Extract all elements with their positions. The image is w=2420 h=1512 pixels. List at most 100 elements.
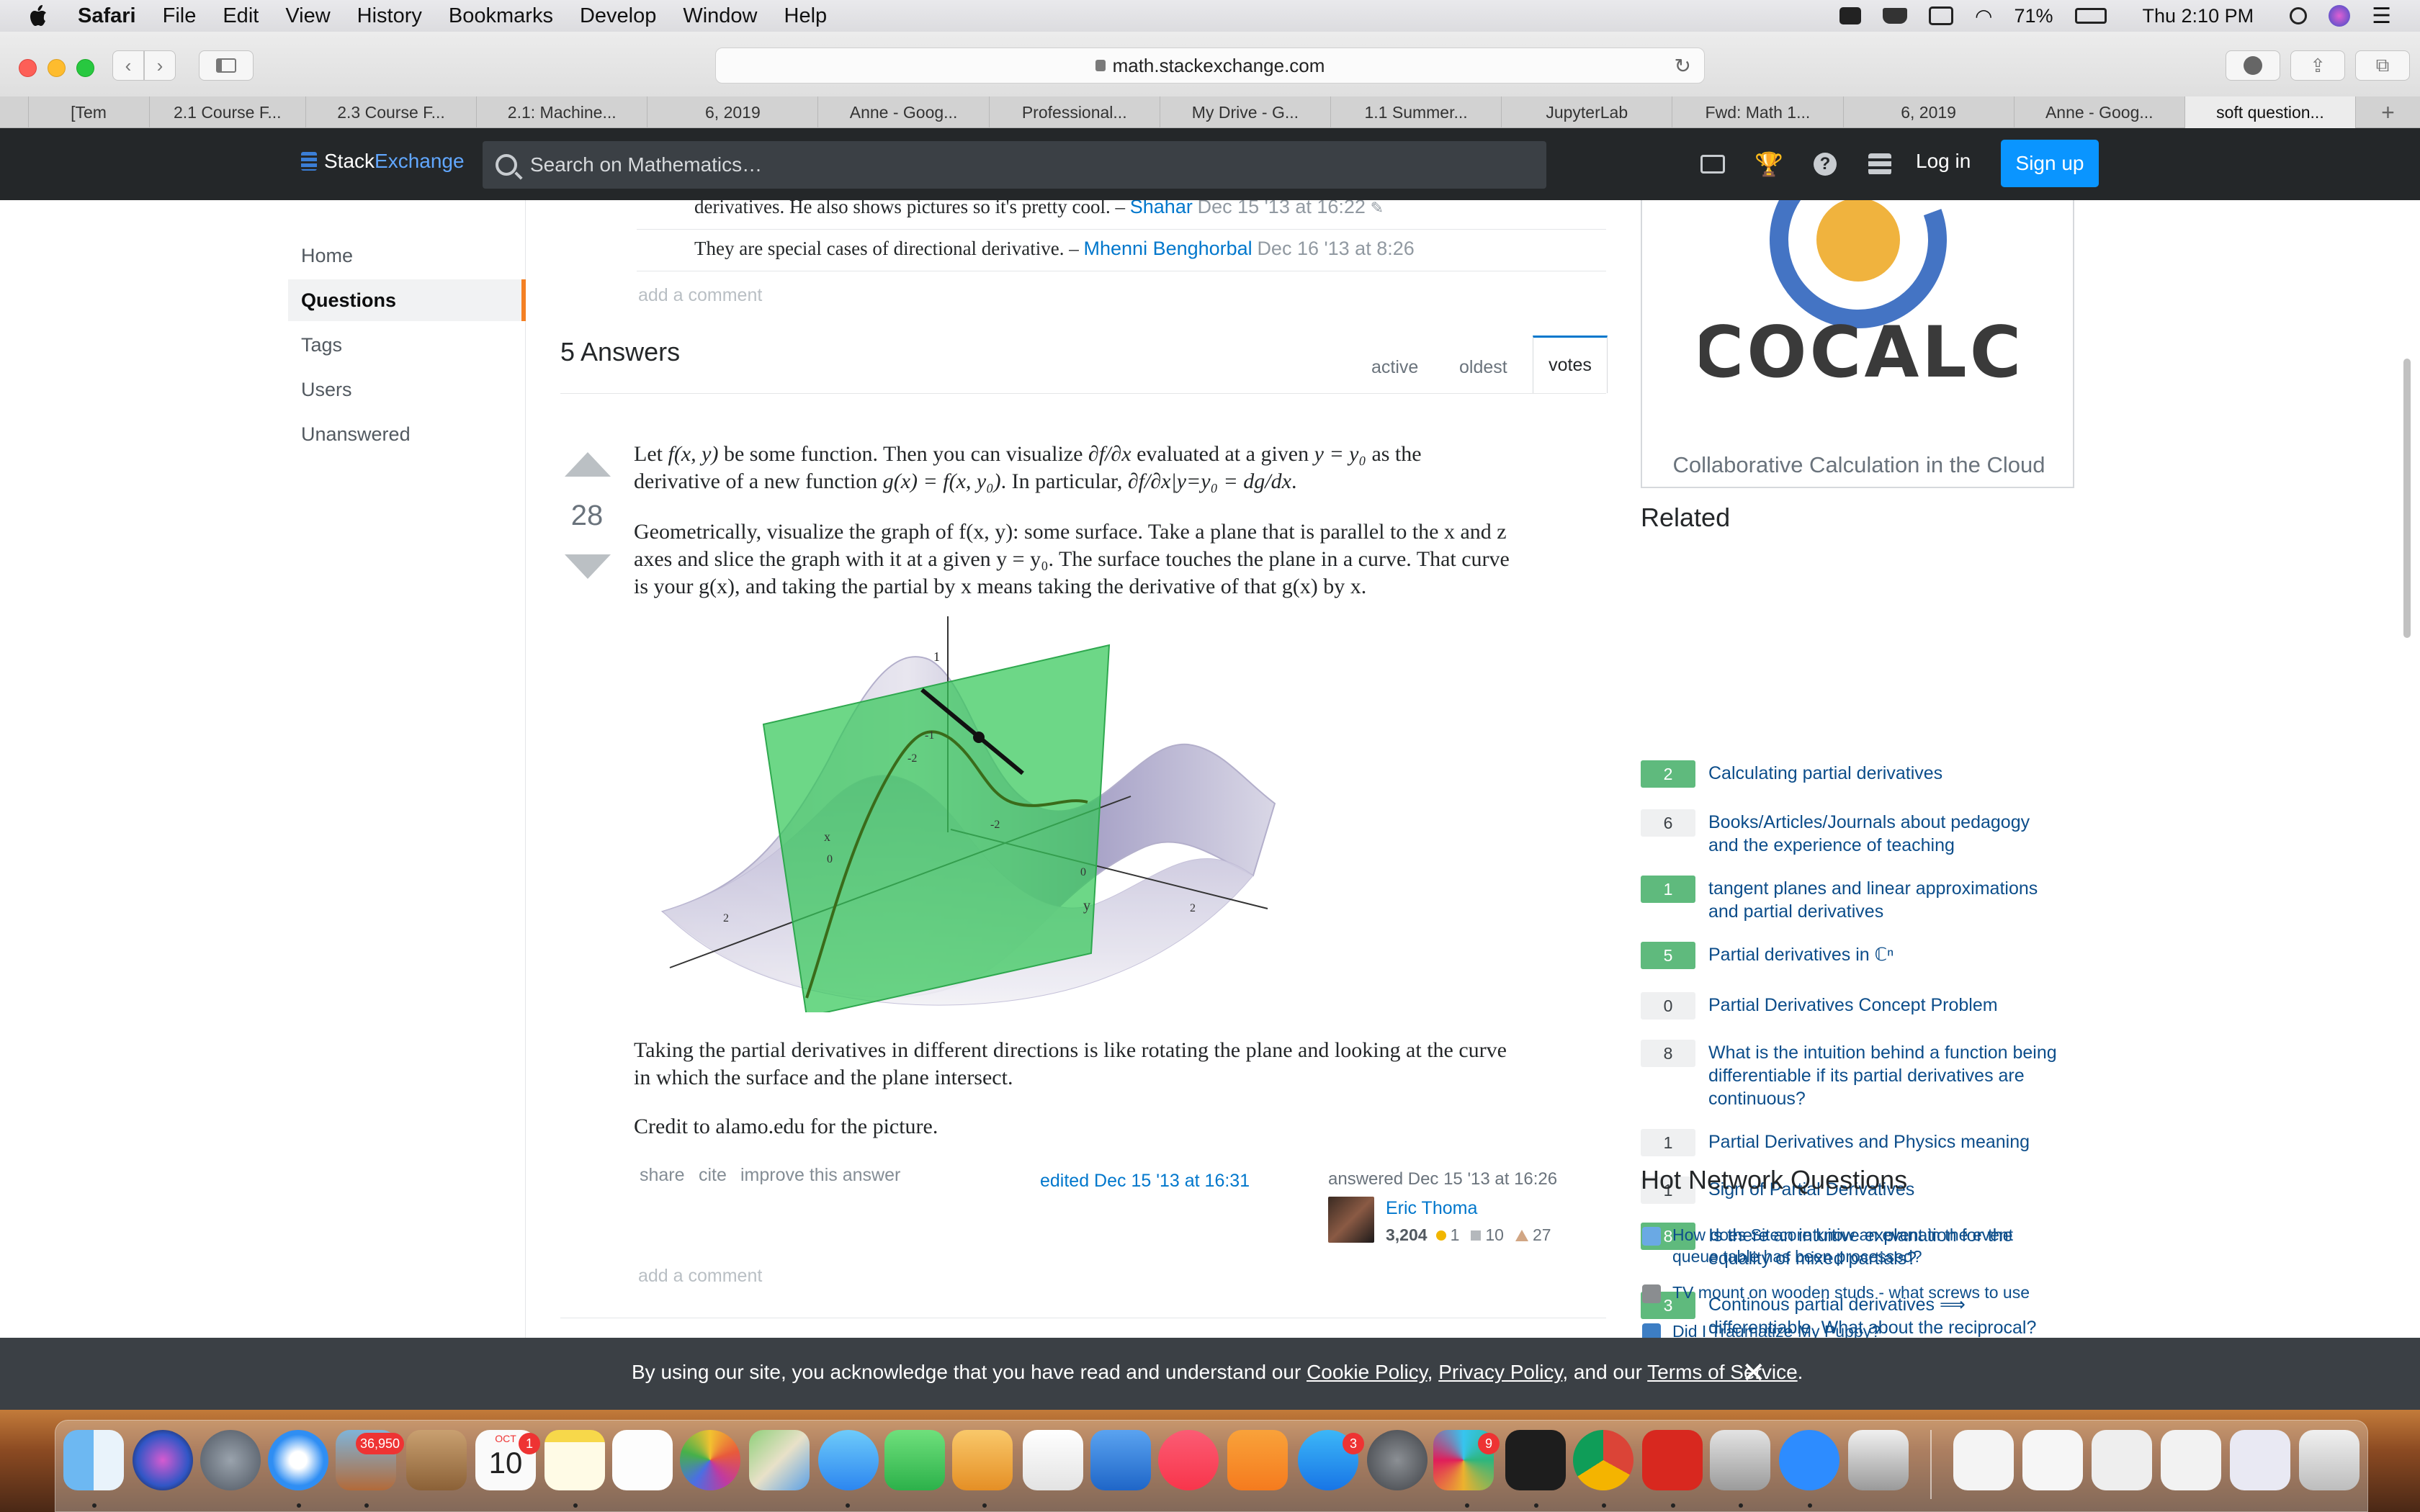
new-tab-button[interactable]: + — [2356, 96, 2420, 128]
launchpad-icon[interactable] — [200, 1430, 261, 1490]
hot-question-link[interactable]: How does Sitecore know an event in the e… — [1672, 1224, 2013, 1267]
chrome-icon[interactable] — [1573, 1430, 1634, 1490]
downloads-button[interactable] — [2226, 50, 2280, 81]
related-question-link[interactable]: Partial Derivatives Concept Problem — [1708, 992, 1998, 1020]
clock[interactable]: Thu 2:10 PM — [2143, 5, 2254, 27]
menu-safari[interactable]: Safari — [78, 4, 136, 28]
browser-tab[interactable] — [0, 96, 29, 128]
edited-link[interactable]: edited Dec 15 '13 at 16:31 — [1040, 1171, 1250, 1192]
related-question-item[interactable]: 6 Books/Articles/Journals about pedagogy a… — [1641, 809, 2080, 857]
downvote-button[interactable] — [565, 554, 611, 579]
finder-icon[interactable] — [63, 1430, 124, 1490]
system-preferences-icon[interactable] — [1367, 1430, 1428, 1490]
back-button[interactable]: ‹ — [112, 50, 144, 81]
facetime-icon[interactable] — [884, 1430, 945, 1490]
printer-icon[interactable] — [1848, 1430, 1909, 1490]
document-stack-icon[interactable] — [2092, 1430, 2152, 1490]
tab-overview-button[interactable]: ⧉ — [2355, 50, 2410, 81]
comment-date[interactable]: Dec 16 '13 at 8:26 — [1257, 238, 1414, 259]
bbedit-icon[interactable] — [1710, 1430, 1770, 1490]
browser-tab[interactable]: Professional... — [990, 96, 1160, 128]
forward-button[interactable]: › — [144, 50, 176, 81]
menu-window[interactable]: Window — [683, 4, 757, 28]
browser-tab[interactable]: JupyterLab — [1502, 96, 1673, 128]
related-question-item[interactable]: 2 Calculating partial derivatives — [1641, 760, 2080, 788]
nav-questions[interactable]: Questions — [288, 279, 526, 321]
browser-tab-active[interactable]: soft question... — [2184, 96, 2357, 128]
comment-user-link[interactable]: Shahar — [1130, 200, 1193, 217]
menu-edit[interactable]: Edit — [223, 4, 259, 28]
stackexchange-logo[interactable]: Stack Exchange — [301, 150, 465, 173]
maps-icon[interactable] — [749, 1430, 810, 1490]
inbox-icon[interactable] — [1700, 151, 1726, 177]
cite-link[interactable]: cite — [699, 1165, 727, 1186]
menu-bookmarks[interactable]: Bookmarks — [449, 4, 553, 28]
nav-users[interactable]: Users — [301, 379, 352, 401]
pages-icon[interactable] — [952, 1430, 1013, 1490]
related-question-link[interactable]: What is the intuition behind a function … — [1708, 1040, 2057, 1110]
browser-tab[interactable]: Anne - Goog... — [818, 96, 990, 128]
related-question-link[interactable]: Calculating partial derivatives — [1708, 760, 1942, 788]
site-search-input[interactable]: Search on Mathematics… — [483, 141, 1546, 189]
zoom-window-button[interactable] — [76, 59, 94, 77]
browser-tab[interactable]: 2.1: Machine... — [477, 96, 648, 128]
document-stack-icon[interactable] — [2022, 1430, 2083, 1490]
trash-icon[interactable] — [2299, 1430, 2360, 1490]
document-stack-icon[interactable] — [1953, 1430, 2014, 1490]
share-link[interactable]: share — [640, 1165, 685, 1186]
related-question-item[interactable]: 8 What is the intuition behind a function… — [1641, 1040, 2080, 1110]
related-question-link[interactable]: tangent planes and linear approximations… — [1708, 876, 2038, 923]
hot-question-item[interactable]: Did I Traumatize My Puppy? — [1641, 1320, 2073, 1338]
help-icon[interactable]: ? — [1812, 151, 1838, 177]
add-comment-link[interactable]: add a comment — [638, 285, 762, 306]
battery-icon[interactable] — [2074, 8, 2107, 24]
scrollbar-thumb[interactable] — [2403, 359, 2411, 638]
signup-button[interactable]: Sign up — [2001, 140, 2099, 187]
comment-user-link[interactable]: Mhenni Benghorbal — [1084, 238, 1252, 259]
notification-center-icon[interactable]: ☰ — [2372, 4, 2391, 29]
sort-tab-oldest[interactable]: oldest — [1459, 357, 1507, 378]
camera-status-icon[interactable] — [1839, 7, 1862, 24]
share-button[interactable]: ⇪ — [2290, 50, 2345, 81]
privacy-policy-link[interactable]: Privacy Policy — [1438, 1361, 1562, 1383]
browser-tab[interactable]: My Drive - G... — [1160, 96, 1331, 128]
browser-tab[interactable]: 6, 2019 — [1844, 96, 2015, 128]
terms-of-service-link[interactable]: Terms of Service — [1647, 1361, 1798, 1383]
terminal-icon[interactable] — [1505, 1430, 1566, 1490]
related-question-link[interactable]: Partial derivatives in ℂⁿ — [1708, 942, 1894, 969]
menu-view[interactable]: View — [285, 4, 330, 28]
messages-icon[interactable] — [818, 1430, 879, 1490]
related-question-item[interactable]: 5 Partial derivatives in ℂⁿ — [1641, 942, 2080, 969]
notes-icon[interactable] — [544, 1430, 605, 1490]
safari-icon[interactable] — [268, 1430, 328, 1490]
wifi-icon[interactable]: ◠ — [1975, 4, 1992, 28]
siri-icon[interactable] — [2329, 5, 2351, 27]
hot-question-item[interactable]: TV mount on wooden studs - what screws t… — [1641, 1282, 2073, 1303]
sidebar-toggle-button[interactable] — [199, 50, 254, 81]
acrobat-icon[interactable] — [1642, 1430, 1703, 1490]
answer-author-link[interactable]: Eric Thoma — [1386, 1198, 1477, 1219]
cocalc-advertisement[interactable]: COCALC Collaborative Calculation in the … — [1641, 200, 2074, 488]
hot-question-link[interactable]: Did I Traumatize My Puppy? — [1672, 1320, 1881, 1338]
browser-tab[interactable]: 1.1 Summer... — [1331, 96, 1502, 128]
close-icon[interactable]: ✕ — [1742, 1356, 1766, 1390]
numbers-icon[interactable] — [1023, 1430, 1083, 1490]
menu-help[interactable]: Help — [784, 4, 828, 28]
books-icon[interactable] — [1227, 1430, 1288, 1490]
keynote-icon[interactable] — [1090, 1430, 1151, 1490]
cookie-policy-link[interactable]: Cookie Policy — [1307, 1361, 1428, 1383]
docker-status-icon[interactable] — [1883, 8, 1908, 24]
achievements-icon[interactable]: 🏆 — [1754, 151, 1783, 177]
spotlight-icon[interactable] — [2290, 7, 2308, 24]
airplay-icon[interactable] — [1929, 6, 1954, 25]
nav-unanswered[interactable]: Unanswered — [301, 423, 411, 446]
apple-menu-icon[interactable] — [29, 5, 48, 27]
document-stack-icon[interactable] — [2161, 1430, 2221, 1490]
close-window-button[interactable] — [19, 59, 37, 77]
nav-tags[interactable]: Tags — [301, 334, 342, 356]
related-question-link[interactable]: Books/Articles/Journals about pedagogy an… — [1708, 809, 2030, 857]
comment-date[interactable]: Dec 15 '13 at 16:22 — [1198, 200, 1366, 217]
related-question-item[interactable]: 0 Partial Derivatives Concept Problem — [1641, 992, 2080, 1020]
zoom-icon[interactable] — [1779, 1430, 1839, 1490]
browser-tab[interactable]: 2.3 Course F... — [306, 96, 478, 128]
